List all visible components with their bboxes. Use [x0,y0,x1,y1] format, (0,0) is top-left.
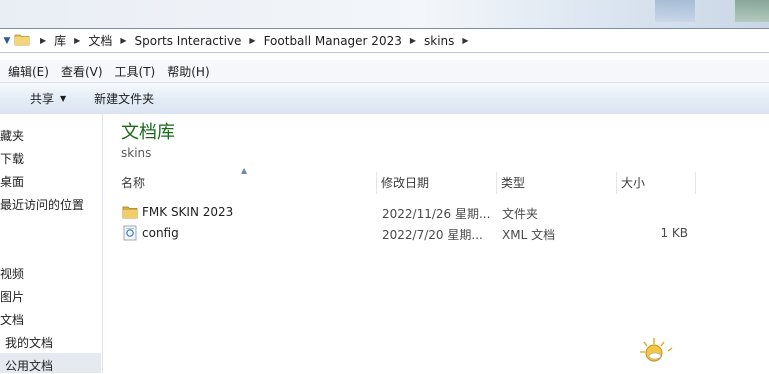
chevron-right-icon[interactable]: ▶ [120,36,126,45]
column-header-label: 名称 [121,176,146,190]
column-header-name[interactable]: 名称 [117,172,377,194]
menu-edit[interactable]: 编辑(E) [8,63,49,80]
breadcrumb-item[interactable]: 库 [54,32,66,49]
address-bar[interactable]: ▼ ▶ 库 ▶ 文档 ▶ Sports Interactive ▶ Footba… [0,28,769,53]
nav-item-recent-places[interactable]: 最近访问的位置 [0,196,84,213]
nav-item-my-documents[interactable]: 我的文档 [5,334,53,351]
chevron-right-icon[interactable]: ▶ [40,36,46,45]
command-bar: 共享 ▼ 新建文件夹 [0,82,769,115]
menu-view[interactable]: 查看(V) [61,63,103,80]
chevron-right-icon[interactable]: ▶ [74,36,80,45]
window-title-bar [0,0,769,29]
xml-file-icon [123,225,137,244]
file-row[interactable]: FMK SKIN 2023 2022/11/26 星期... 文件夹 [120,203,700,223]
nav-item-public-documents[interactable]: 公用文档 [5,357,53,374]
chevron-right-icon[interactable]: ▶ [410,36,416,45]
nav-item-desktop[interactable]: 桌面 [0,173,24,190]
chevron-down-icon: ▼ [60,94,67,103]
column-header-label: 类型 [501,176,526,190]
breadcrumb-item[interactable]: skins [424,34,454,48]
file-name: config [142,226,179,240]
folder-icon [122,205,138,222]
chevron-right-icon[interactable]: ▶ [462,36,468,45]
chevron-right-icon[interactable]: ▶ [249,36,255,45]
file-type: 文件夹 [502,207,539,221]
background-decoration [655,0,695,22]
nav-item-documents[interactable]: 文档 [0,311,24,328]
breadcrumb-item[interactable]: 文档 [88,32,112,49]
library-title: 文档库 [121,122,175,143]
menu-bar: 编辑(E) 查看(V) 工具(T) 帮助(H) [0,60,769,82]
new-folder-button[interactable]: 新建文件夹 [94,90,154,107]
folder-icon [14,32,30,49]
file-modified: 2022/7/20 星期... [382,228,483,242]
new-folder-label: 新建文件夹 [94,92,155,106]
background-decoration [735,0,769,22]
menu-help[interactable]: 帮助(H) [167,63,209,80]
nav-item-pictures[interactable]: 图片 [0,288,24,305]
chevron-down-icon[interactable]: ▼ [0,30,14,52]
file-name: FMK SKIN 2023 [142,205,234,219]
file-modified: 2022/11/26 星期... [382,207,491,221]
nav-item-videos[interactable]: 视频 [0,265,24,282]
column-header-modified[interactable]: 修改日期 [377,172,497,194]
breadcrumb-item[interactable]: Football Manager 2023 [264,34,402,48]
column-header-size[interactable]: 大小 [617,172,696,194]
share-label: 共享 [30,92,55,106]
library-subtitle: skins [121,146,152,160]
file-size: 1 KB [660,226,688,240]
share-button[interactable]: 共享 ▼ [30,90,66,107]
menu-tools[interactable]: 工具(T) [115,63,156,80]
file-row[interactable]: config 2022/7/20 星期... XML 文档 1 KB [120,224,700,244]
column-header-label: 修改日期 [381,176,430,190]
column-header-type[interactable]: 类型 [497,172,617,194]
nav-item-favorites[interactable]: 藏夹 [0,127,24,144]
nav-item-downloads[interactable]: 下载 [0,150,24,167]
breadcrumb: ▶ 库 ▶ 文档 ▶ Sports Interactive ▶ Football… [32,32,477,49]
breadcrumb-item[interactable]: Sports Interactive [135,34,242,48]
sun-mascot-icon [636,336,676,366]
column-header-label: 大小 [621,176,646,190]
file-type: XML 文档 [502,228,556,242]
